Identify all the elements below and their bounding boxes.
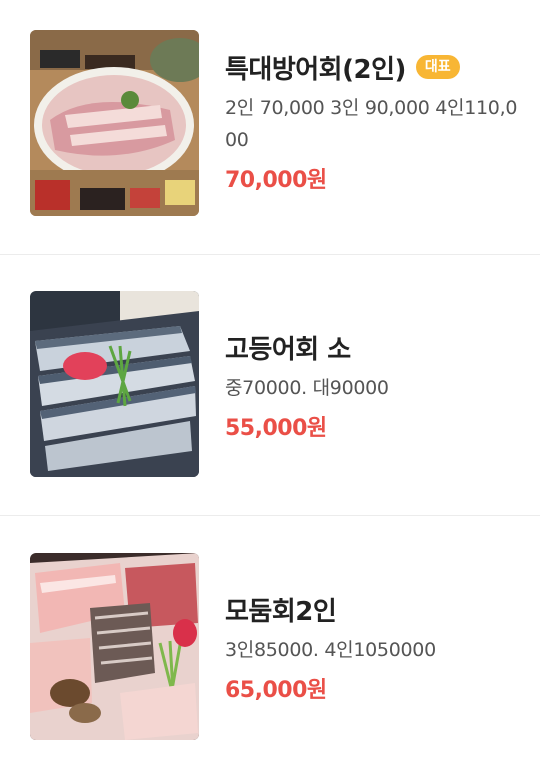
menu-item-info: 특대방어회(2인) 대표 2인 70,000 3인 90,000 4인110,0… [225,48,520,194]
title-row: 특대방어회(2인) 대표 [225,48,520,86]
menu-item-price: 55,000원 [225,416,327,441]
menu-item-price: 65,000원 [225,678,327,703]
divider [0,254,540,255]
divider [0,515,540,516]
menu-item-description: 3인85000. 4인1050000 [225,639,436,661]
menu-item-assorted[interactable]: 모둠회2인 3인85000. 4인1050000 65,000원 [0,517,540,773]
title-row: 모둠회2인 [225,590,520,628]
menu-item-name: 모둠회2인 [225,596,337,627]
menu-item-mackerel[interactable]: 고등어회 소 중70000. 대90000 55,000원 [0,256,540,516]
menu-item-name: 특대방어회(2인) [225,54,406,85]
menu-item-info: 모둠회2인 3인85000. 4인1050000 65,000원 [225,590,520,704]
assorted-sashimi-photo[interactable] [30,553,199,740]
menu-item-name: 고등어회 소 [225,334,351,365]
menu-item-description: 중70000. 대90000 [225,377,389,399]
title-row: 고등어회 소 [225,328,520,366]
menu-item-description: 2인 70,000 3인 90,000 4인110,000 [225,97,518,151]
menu-item-info: 고등어회 소 중70000. 대90000 55,000원 [225,328,520,442]
mackerel-sashimi-photo[interactable] [30,291,199,477]
menu-item-yellowtail[interactable]: 특대방어회(2인) 대표 2인 70,000 3인 90,000 4인110,0… [0,0,540,255]
signature-badge: 대표 [415,55,460,79]
menu-item-price: 70,000원 [225,168,327,193]
yellowtail-sashimi-photo[interactable] [30,30,199,216]
